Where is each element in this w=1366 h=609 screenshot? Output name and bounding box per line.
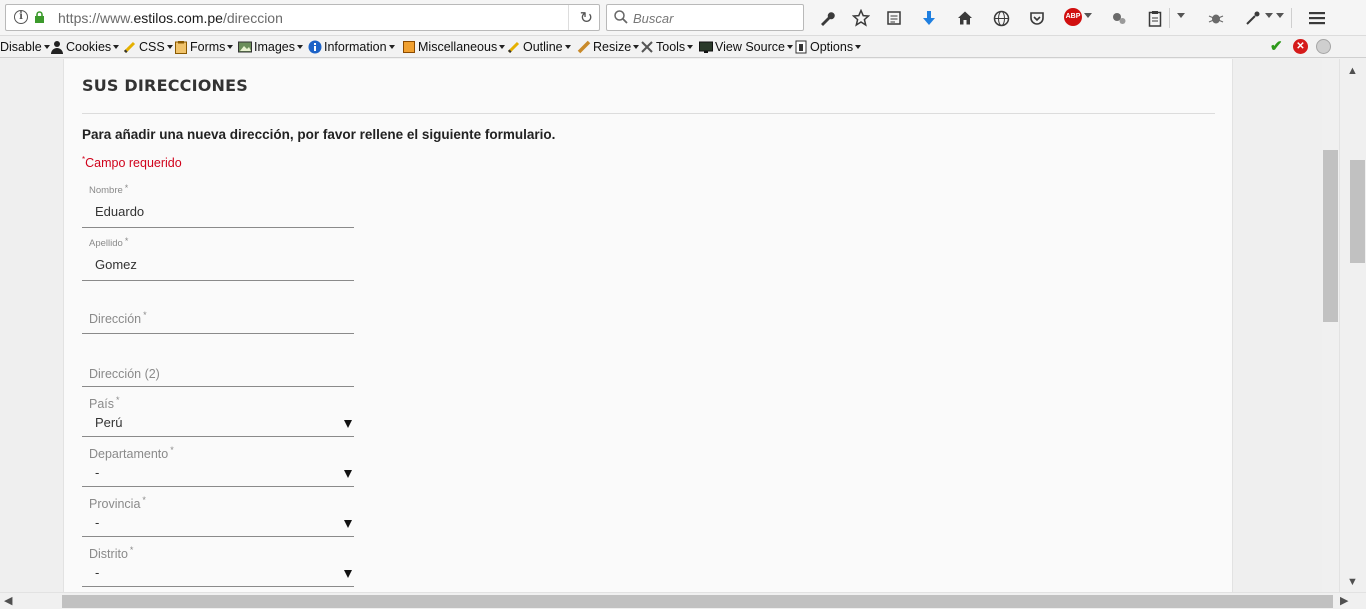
menu-disable[interactable]: Disable <box>0 39 50 55</box>
pocket-icon[interactable] <box>1027 8 1047 28</box>
scroll-left-icon[interactable]: ◀ <box>4 594 12 607</box>
last-name-value: Gomez <box>95 257 137 272</box>
chevron-down-icon <box>388 45 395 49</box>
dropdown-arrow-icon <box>344 570 352 578</box>
search-placeholder: Buscar <box>633 11 674 26</box>
pencil-icon <box>123 41 136 54</box>
search-input[interactable]: Buscar <box>606 4 804 31</box>
info-icon[interactable]: i <box>14 10 28 24</box>
browser-toolbar: i https://www.estilos.com.pe/direccion ↻… <box>0 0 1366 36</box>
province-value: - <box>95 515 100 530</box>
first-name-field[interactable]: Nombre * Eduardo <box>82 183 354 228</box>
clipboard-icon <box>175 41 187 54</box>
url-text[interactable]: https://www.estilos.com.pe/direccion <box>58 10 283 26</box>
district-select[interactable]: Distrito * - <box>82 545 354 587</box>
menu-images[interactable]: Images <box>238 39 303 55</box>
chevron-down-icon[interactable] <box>1276 13 1284 18</box>
department-select[interactable]: Departamento * - <box>82 445 354 487</box>
status-dot-icon[interactable] <box>1316 39 1331 54</box>
wrench-icon[interactable] <box>817 8 837 28</box>
menu-resize[interactable]: Resize <box>577 39 640 55</box>
inner-scroll-thumb[interactable] <box>1323 150 1338 322</box>
dropdown-arrow-icon <box>344 470 352 478</box>
chevron-down-icon <box>855 45 862 49</box>
web-developer-toolbar: Disable Cookies CSS Forms Images Informa… <box>0 36 1366 58</box>
address-field[interactable]: Dirección * <box>82 289 354 334</box>
horizontal-scrollbar[interactable]: ◀ ▶ <box>0 592 1366 609</box>
chevron-down-icon <box>633 45 640 49</box>
menu-cookies[interactable]: Cookies <box>50 39 120 55</box>
menu-options[interactable]: Options <box>794 39 862 55</box>
chevron-down-icon <box>786 45 793 49</box>
menu-icon[interactable] <box>1307 8 1327 28</box>
reader-icon[interactable] <box>884 8 904 28</box>
chevron-down-icon <box>227 45 234 49</box>
chevron-down-icon[interactable] <box>1084 13 1092 18</box>
title-divider <box>82 113 1215 114</box>
chevron-down-icon <box>43 45 50 49</box>
district-value: - <box>95 565 100 580</box>
chevron-down-icon <box>687 45 694 49</box>
home-icon[interactable] <box>955 8 975 28</box>
chevron-down-icon <box>564 45 571 49</box>
scroll-down-icon[interactable]: ▼ <box>1347 576 1358 588</box>
required-note: *Campo requerido <box>82 155 182 170</box>
menu-outline[interactable]: Outline <box>507 39 571 55</box>
adblock-icon[interactable]: ABP <box>1064 8 1082 26</box>
menu-view-source[interactable]: View Source <box>699 39 793 55</box>
vertical-scrollbar[interactable]: ▲ ▼ <box>1339 59 1366 592</box>
chevron-down-icon <box>166 45 173 49</box>
lock-icon <box>35 11 44 23</box>
dropdown-arrow-icon <box>344 520 352 528</box>
url-bar[interactable]: i https://www.estilos.com.pe/direccion ↻ <box>5 4 600 31</box>
extension-icon[interactable] <box>1109 8 1129 28</box>
document-icon <box>795 40 807 54</box>
country-select[interactable]: País * Perú <box>82 395 354 437</box>
scroll-up-icon[interactable]: ▲ <box>1347 65 1358 77</box>
menu-css[interactable]: CSS <box>123 39 173 55</box>
bug-icon[interactable] <box>1206 8 1226 28</box>
tools-icon <box>641 41 653 53</box>
checkmark-icon[interactable]: ✔ <box>1270 39 1283 55</box>
chevron-down-icon <box>499 45 506 49</box>
chevron-down-icon <box>113 45 120 49</box>
reload-icon[interactable]: ↻ <box>580 8 593 28</box>
horizontal-scroll-thumb[interactable] <box>62 595 1333 608</box>
chevron-down-icon[interactable] <box>1177 13 1185 18</box>
user-icon <box>51 41 63 54</box>
menu-forms[interactable]: Forms <box>174 39 234 55</box>
address-form-panel: SUS DIRECCIONES Para añadir una nueva di… <box>63 59 1233 592</box>
star-icon[interactable] <box>851 8 871 28</box>
form-intro: Para añadir una nueva dirección, por fav… <box>82 127 556 142</box>
scroll-right-icon[interactable]: ▶ <box>1340 594 1348 607</box>
page-title: SUS DIRECCIONES <box>82 76 248 95</box>
chevron-down-icon <box>297 45 303 49</box>
search-icon <box>614 10 628 24</box>
box-icon <box>403 41 415 53</box>
inner-vertical-scrollbar[interactable] <box>1322 59 1339 592</box>
error-icon[interactable]: ✕ <box>1293 39 1308 54</box>
first-name-value: Eduardo <box>95 204 145 219</box>
province-select[interactable]: Provincia * - <box>82 495 354 537</box>
menu-miscellaneous[interactable]: Miscellaneous <box>402 39 506 55</box>
info-icon <box>308 40 322 54</box>
country-value: Perú <box>95 415 123 430</box>
monitor-icon <box>699 41 713 53</box>
eyedropper-icon[interactable] <box>1243 8 1263 28</box>
menu-information[interactable]: Information <box>308 39 395 55</box>
menu-tools[interactable]: Tools <box>640 39 694 55</box>
address-2-field[interactable]: Dirección (2) <box>82 342 354 387</box>
clipboard-icon[interactable] <box>1145 8 1165 28</box>
download-icon[interactable] <box>919 8 939 28</box>
ruler-icon <box>577 40 591 54</box>
chevron-down-icon[interactable] <box>1265 13 1273 18</box>
vertical-scroll-thumb[interactable] <box>1350 160 1365 263</box>
dropdown-arrow-icon <box>344 420 352 428</box>
page-viewport: SUS DIRECCIONES Para añadir una nueva di… <box>0 59 1339 592</box>
last-name-field[interactable]: Apellido * Gomez <box>82 236 354 281</box>
department-value: - <box>95 465 100 480</box>
image-icon <box>238 41 252 53</box>
globe-icon[interactable] <box>991 8 1011 28</box>
pencil-icon <box>507 41 520 54</box>
